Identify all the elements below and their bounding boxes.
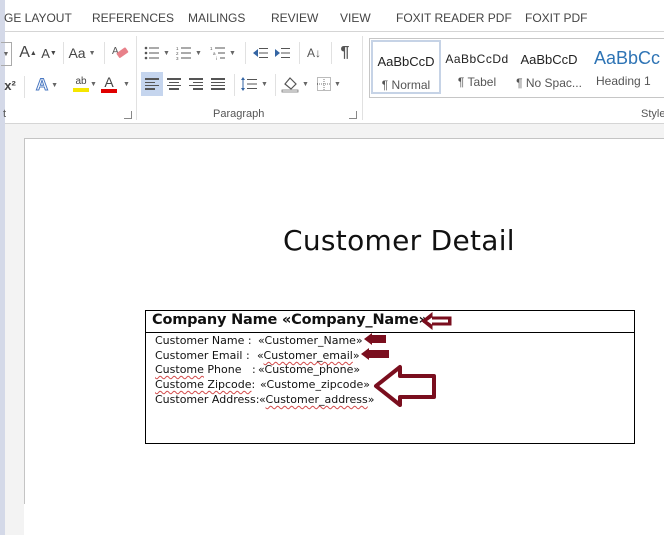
- text-effects-button[interactable]: A ▼: [32, 74, 62, 96]
- style-heading-1[interactable]: AaBbCc Heading 1: [588, 40, 664, 94]
- text-effects-icon: A: [35, 75, 49, 95]
- field-row-customer-email[interactable]: Customer Email : «Customer_email»: [155, 349, 360, 362]
- arrow-annotation-customer-name: [364, 333, 386, 345]
- decrease-indent-icon: [253, 48, 268, 58]
- superscript-button[interactable]: x²: [1, 74, 19, 96]
- styles-gallery: AaBbCcD ¶ Normal AaBbCcDd ¶ Tabel AaBbCc…: [369, 38, 664, 98]
- font-color-button[interactable]: A: [98, 72, 120, 96]
- justify-icon: [211, 78, 225, 90]
- misspelled-text: Custome Zipcode: [155, 378, 252, 391]
- clear-formatting-button[interactable]: A: [109, 40, 131, 64]
- document-title: Customer Detail: [283, 224, 515, 257]
- tab-view[interactable]: VIEW: [340, 11, 371, 25]
- align-center-icon: [167, 78, 181, 90]
- svg-text:3: 3: [176, 56, 179, 60]
- borders-icon: [317, 77, 332, 91]
- multilevel-list-icon: 1ai: [210, 46, 226, 60]
- bullets-button[interactable]: ▼: [144, 42, 170, 64]
- justify-button[interactable]: [207, 72, 229, 96]
- styles-group-label: Style: [641, 108, 664, 120]
- align-right-icon: [189, 78, 203, 90]
- align-right-button[interactable]: [185, 72, 207, 96]
- ribbon: ▼ A ▲ A ▼ Aa ▼ A x² A ▼ ab ▼ A ▼ t ▼ 1 2 3 ▼ 1a…: [1, 32, 664, 124]
- page-bottom-area: [24, 504, 664, 535]
- tab-mailings[interactable]: MAILINGS: [188, 11, 245, 25]
- align-center-button[interactable]: [163, 72, 185, 96]
- change-case-button[interactable]: Aa ▼: [67, 42, 97, 64]
- paint-bucket-icon: [281, 77, 299, 93]
- svg-text:i: i: [216, 56, 217, 60]
- numbering-button[interactable]: 1 2 3 ▼: [176, 42, 202, 64]
- font-size-dropdown[interactable]: ▼: [1, 42, 12, 66]
- shrink-font-icon: A: [41, 45, 50, 61]
- multilevel-list-button[interactable]: 1 a i ▼: [208, 42, 238, 64]
- tab-foxit-reader-pdf[interactable]: FOXIT READER PDF: [396, 11, 512, 25]
- align-left-icon: [145, 78, 159, 90]
- pilcrow-icon: ¶: [340, 44, 350, 61]
- style-normal[interactable]: AaBbCcD ¶ Normal: [371, 40, 441, 94]
- increase-indent-icon: [275, 48, 290, 58]
- arrow-annotation-company: [421, 311, 452, 331]
- field-row-customer-name[interactable]: Customer Name : «Customer_Name»: [155, 334, 363, 347]
- paragraph-group-label: Paragraph: [213, 108, 265, 120]
- grow-font-button[interactable]: A ▲: [18, 42, 38, 64]
- arrow-annotation-customer-email: [361, 348, 389, 360]
- line-spacing-button[interactable]: ▼: [238, 72, 270, 96]
- font-group-label: t: [3, 108, 7, 120]
- bullets-icon: [144, 46, 160, 60]
- font-color-icon: A: [104, 74, 114, 90]
- grow-font-icon: A: [19, 44, 30, 61]
- field-row-customer-address[interactable]: Customer Address: «Customer_address»: [155, 393, 374, 406]
- tab-review[interactable]: REVIEW: [271, 11, 318, 25]
- show-hide-formatting-button[interactable]: ¶: [335, 42, 355, 64]
- sort-icon: A↓: [306, 46, 321, 60]
- style-tabel[interactable]: AaBbCcDd ¶ Tabel: [442, 40, 512, 94]
- highlighter-icon: ab: [75, 76, 87, 87]
- numbering-icon: 123: [176, 46, 192, 60]
- shrink-font-button[interactable]: A ▼: [40, 42, 58, 64]
- company-name-field[interactable]: Company Name «Company_Name»:: [152, 312, 434, 328]
- font-dialog-launcher[interactable]: [124, 111, 132, 119]
- borders-button[interactable]: ▼: [313, 72, 345, 96]
- misspelled-text: Customer_email: [263, 349, 353, 362]
- decrease-indent-button[interactable]: [249, 42, 271, 64]
- paragraph-dialog-launcher[interactable]: [349, 111, 357, 119]
- arrow-annotation-zipcode: [374, 365, 436, 407]
- eraser-icon: A: [112, 46, 129, 58]
- style-no-spacing[interactable]: AaBbCcD ¶ No Spac...: [514, 40, 584, 94]
- tab-page-layout[interactable]: GE LAYOUT: [4, 11, 72, 25]
- company-header-row: Company Name «Company_Name»:: [146, 311, 634, 333]
- tab-foxit-pdf[interactable]: FOXIT PDF: [525, 11, 587, 25]
- misspelled-text: Customer_address: [265, 393, 368, 406]
- sort-button[interactable]: A↓: [303, 42, 325, 64]
- misspelled-text: Custome: [155, 363, 204, 376]
- field-row-customer-zipcode[interactable]: Custome Zipcode: «Custome_zipcode»: [155, 378, 370, 391]
- align-left-button[interactable]: [141, 72, 163, 96]
- shading-button[interactable]: ▼: [279, 72, 311, 96]
- increase-indent-button[interactable]: [271, 42, 293, 64]
- ribbon-tabs: GE LAYOUT REFERENCES MAILINGS REVIEW VIE…: [4, 0, 664, 32]
- line-spacing-icon: [241, 77, 258, 91]
- field-row-customer-phone[interactable]: Custome Phone : «Custome_phone»: [155, 363, 360, 376]
- superscript-icon: x²: [4, 77, 16, 93]
- tab-references[interactable]: REFERENCES: [92, 11, 174, 25]
